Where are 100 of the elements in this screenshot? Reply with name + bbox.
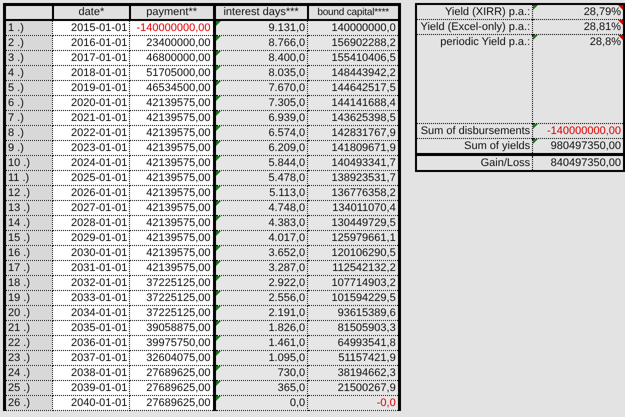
- table-cell: 5.113,0: [214, 186, 308, 200]
- summary-label: Sum of disbursements: [416, 124, 533, 138]
- table-cell: 7.305,0: [214, 96, 308, 110]
- table-cell: 2023-01-01: [52, 140, 130, 156]
- table-cell: 42139575,00: [130, 156, 214, 170]
- table-cell: 143625398,5: [308, 110, 400, 126]
- table-cell: 144642517,5: [308, 80, 400, 96]
- table-cell: 2017-01-01: [52, 50, 130, 66]
- row-label: 18 .): [4, 276, 53, 290]
- table-cell: 8.400,0: [214, 50, 308, 66]
- table-cell: 140493341,7: [308, 156, 400, 170]
- row-label: 15 .): [4, 230, 53, 246]
- table-cell: 42139575,00: [130, 126, 214, 140]
- table-cell: 5.844,0: [214, 156, 308, 170]
- summary-value: 28,79%: [532, 4, 624, 20]
- row-label: 13 .): [4, 200, 53, 216]
- row-label: 16 .): [4, 246, 53, 260]
- table-cell: 134011070,4: [308, 200, 400, 216]
- row-label: 8 .): [4, 126, 53, 140]
- row-label: 11 .): [4, 170, 53, 186]
- table-cell: 140000000,0: [308, 20, 400, 36]
- column-header: bound capital****: [308, 4, 400, 20]
- column-header: date*: [52, 4, 130, 20]
- table-cell: 2030-01-01: [52, 246, 130, 260]
- table-cell: 2037-01-01: [52, 350, 130, 366]
- column-header: interest days***: [214, 4, 308, 20]
- summary-label: Sum of yields: [416, 138, 533, 154]
- row-label: 26 .): [4, 396, 53, 410]
- table-cell: 2040-01-01: [52, 396, 130, 410]
- table-cell: 2025-01-01: [52, 170, 130, 186]
- table-cell: 2.556,0: [214, 290, 308, 306]
- table-cell: 27689625,00: [130, 366, 214, 380]
- summary-value: 840497350,00: [532, 154, 624, 171]
- table-cell: 155410406,5: [308, 50, 400, 66]
- column-header: payment**: [130, 4, 214, 20]
- table-cell: 37225125,00: [130, 306, 214, 320]
- table-cell: 156902288,2: [308, 36, 400, 50]
- row-label: 7 .): [4, 110, 53, 126]
- table-cell: 148443942,2: [308, 66, 400, 80]
- table-cell: 42139575,00: [130, 260, 214, 276]
- table-cell: 2015-01-01: [52, 20, 130, 36]
- table-cell: 1.095,0: [214, 350, 308, 366]
- table-cell: 2021-01-01: [52, 110, 130, 126]
- table-cell: -140000000,00: [130, 20, 214, 36]
- row-label: 10 .): [4, 156, 53, 170]
- summary-value: 28,8%: [532, 34, 624, 49]
- table-cell: 64993541,8: [308, 336, 400, 350]
- table-cell: 39058875,00: [130, 320, 214, 336]
- table-cell: 42139575,00: [130, 200, 214, 216]
- table-cell: 2039-01-01: [52, 380, 130, 396]
- table-cell: 37225125,00: [130, 290, 214, 306]
- table-cell: 42139575,00: [130, 246, 214, 260]
- table-cell: -0,0: [308, 396, 400, 410]
- table-cell: 93615389,6: [308, 306, 400, 320]
- table-cell: 21500267,9: [308, 380, 400, 396]
- table-cell: 2028-01-01: [52, 216, 130, 230]
- table-cell: 2038-01-01: [52, 366, 130, 380]
- table-cell: 42139575,00: [130, 170, 214, 186]
- row-label: 17 .): [4, 260, 53, 276]
- table-cell: 2036-01-01: [52, 336, 130, 350]
- table-cell: 2.922,0: [214, 276, 308, 290]
- table-cell: 141809671,9: [308, 140, 400, 156]
- table-cell: 2020-01-01: [52, 96, 130, 110]
- table-cell: 51157421,9: [308, 350, 400, 366]
- table-cell: 32604075,00: [130, 350, 214, 366]
- table-cell: 42139575,00: [130, 96, 214, 110]
- table-cell: 2027-01-01: [52, 200, 130, 216]
- table-cell: 2.191,0: [214, 306, 308, 320]
- table-cell: 39975750,00: [130, 336, 214, 350]
- table-cell: 101594229,5: [308, 290, 400, 306]
- row-label: 12 .): [4, 186, 53, 200]
- table-cell: 27689625,00: [130, 380, 214, 396]
- table-cell: 120106290,5: [308, 246, 400, 260]
- table-cell: 46800000,00: [130, 50, 214, 66]
- table-cell: 2016-01-01: [52, 36, 130, 50]
- table-cell: 125979661,1: [308, 230, 400, 246]
- table-cell: 138923531,7: [308, 170, 400, 186]
- table-cell: 2031-01-01: [52, 260, 130, 276]
- table-cell: 2032-01-01: [52, 276, 130, 290]
- table-cell: 81505903,3: [308, 320, 400, 336]
- table-cell: 38194662,3: [308, 366, 400, 380]
- table-cell: 1.826,0: [214, 320, 308, 336]
- table-cell: 6.209,0: [214, 140, 308, 156]
- summary-label: Gain/Loss: [416, 154, 533, 171]
- table-cell: 2024-01-01: [52, 156, 130, 170]
- table-cell: 51705000,00: [130, 66, 214, 80]
- table-cell: 37225125,00: [130, 276, 214, 290]
- table-cell: 2033-01-01: [52, 290, 130, 306]
- row-label: 5 .): [4, 80, 53, 96]
- table-cell: 0,0: [214, 396, 308, 410]
- table-cell: 6.574,0: [214, 126, 308, 140]
- table-cell: 8.766,0: [214, 36, 308, 50]
- row-label: 24 .): [4, 366, 53, 380]
- summary-label: Yield (Excel-only) p.a.:: [416, 20, 533, 34]
- table-cell: 42139575,00: [130, 216, 214, 230]
- table-cell: 130449729,5: [308, 216, 400, 230]
- table-cell: 27689625,00: [130, 396, 214, 410]
- table-cell: 2018-01-01: [52, 66, 130, 80]
- row-label: 25 .): [4, 380, 53, 396]
- table-cell: 42139575,00: [130, 230, 214, 246]
